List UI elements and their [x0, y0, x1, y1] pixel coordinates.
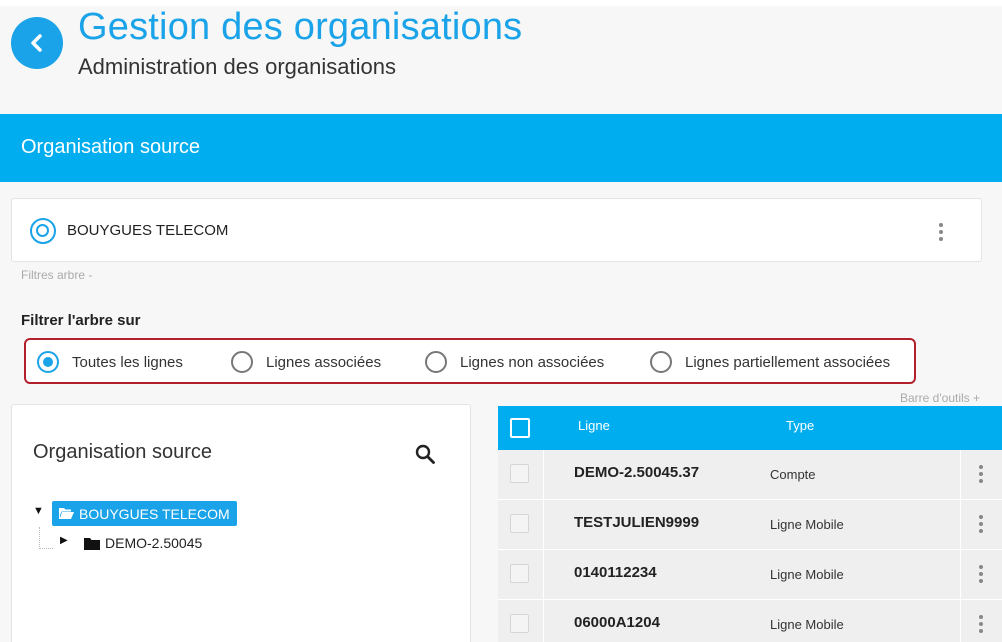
select-all-checkbox[interactable] [510, 418, 530, 438]
tree-node-child[interactable]: DEMO-2.50045 [84, 532, 202, 554]
page-subtitle: Administration des organisations [78, 54, 396, 79]
toolbar-toggle[interactable]: Barre d'outils + [900, 391, 980, 405]
row-ligne: TESTJULIEN9999 [574, 514, 700, 531]
organisation-radio-icon[interactable] [30, 218, 56, 244]
section-title: Organisation source [21, 136, 200, 158]
row-more-icon[interactable] [979, 465, 983, 483]
filter-radio-group: Toutes les lignes Lignes associées Ligne… [24, 338, 916, 384]
table-row[interactable]: 0140112234 Ligne Mobile [498, 550, 1002, 600]
tree-guide-line [39, 527, 53, 549]
row-checkbox[interactable] [510, 514, 529, 533]
row-ligne: 0140112234 [574, 564, 657, 581]
filter-option-label: Lignes partiellement associées [685, 353, 891, 371]
column-header-type[interactable]: Type [786, 418, 814, 433]
table-row[interactable]: DEMO-2.50045.37 Compte [498, 450, 1002, 500]
table-header: Ligne Type [498, 406, 1002, 450]
row-more-icon[interactable] [979, 615, 983, 633]
row-checkbox[interactable] [510, 564, 529, 583]
folder-icon [84, 537, 100, 550]
organisation-name: BOUYGUES TELECOM [67, 222, 229, 239]
row-more-icon[interactable] [979, 565, 983, 583]
tree-panel: Organisation source ▼ BOUYGUES TELECOM ▶… [11, 404, 471, 642]
filter-option-non-associees[interactable]: Lignes non associées [425, 351, 604, 373]
filter-option-associees[interactable]: Lignes associées [231, 351, 381, 373]
radio-unchecked-icon[interactable] [231, 351, 253, 373]
tree-node-label: DEMO-2.50045 [105, 535, 203, 551]
organisation-card: BOUYGUES TELECOM [11, 198, 982, 262]
row-ligne: 06000A1204 [574, 614, 660, 631]
row-ligne: DEMO-2.50045.37 [574, 464, 700, 481]
tree-title: Organisation source [33, 441, 212, 463]
back-button[interactable] [11, 17, 63, 69]
lines-table: Ligne Type DEMO-2.50045.37 Compte TESTJU… [498, 406, 1002, 642]
folder-open-icon [59, 508, 74, 519]
caret-down-icon[interactable]: ▼ [33, 505, 44, 517]
search-icon[interactable] [414, 443, 436, 465]
filter-option-label: Lignes non associées [460, 353, 605, 371]
row-checkbox[interactable] [510, 464, 529, 483]
caret-right-icon[interactable]: ▶ [60, 535, 68, 546]
tree-node-label: BOUYGUES TELECOM [79, 505, 230, 522]
row-type: Compte [770, 467, 816, 482]
filter-option-partiellement[interactable]: Lignes partiellement associées [650, 351, 890, 373]
tree-node-root[interactable]: BOUYGUES TELECOM [52, 501, 237, 526]
page-title: Gestion des organisations [78, 6, 523, 48]
filter-option-label: Lignes associées [266, 353, 382, 371]
row-more-icon[interactable] [979, 515, 983, 533]
tree-filters-toggle[interactable]: Filtres arbre - [21, 268, 92, 282]
radio-unchecked-icon[interactable] [650, 351, 672, 373]
radio-checked-icon[interactable] [37, 351, 59, 373]
filter-option-label: Toutes les lignes [72, 353, 183, 371]
section-header: Organisation source [0, 114, 1002, 182]
filter-title: Filtrer l'arbre sur [21, 312, 141, 329]
column-header-ligne[interactable]: Ligne [578, 418, 610, 433]
row-type: Ligne Mobile [770, 567, 844, 582]
table-row[interactable]: TESTJULIEN9999 Ligne Mobile [498, 500, 1002, 550]
organisation-more-icon[interactable] [939, 223, 943, 241]
row-type: Ligne Mobile [770, 517, 844, 532]
chevron-left-icon [31, 34, 42, 52]
filter-option-toutes[interactable]: Toutes les lignes [37, 351, 183, 373]
row-checkbox[interactable] [510, 614, 529, 633]
row-type: Ligne Mobile [770, 617, 844, 632]
radio-unchecked-icon[interactable] [425, 351, 447, 373]
table-row[interactable]: 06000A1204 Ligne Mobile [498, 600, 1002, 642]
